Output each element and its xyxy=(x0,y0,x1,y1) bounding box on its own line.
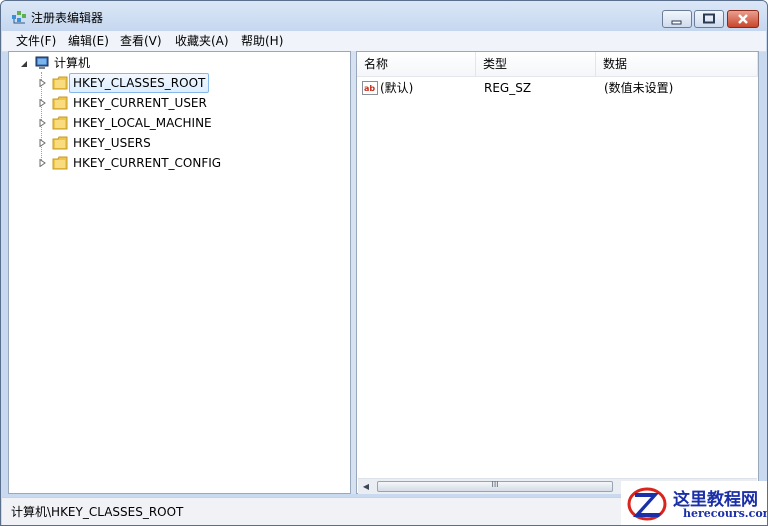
folder-icon xyxy=(52,156,68,170)
menu-view[interactable]: 查看(V) xyxy=(120,33,162,49)
tree-item-hklm[interactable]: HKEY_LOCAL_MACHINE xyxy=(9,114,339,132)
list-header: 名称 类型 数据 xyxy=(357,52,758,77)
scrollbar-grip: III xyxy=(491,480,499,489)
window-title: 注册表编辑器 xyxy=(31,11,104,25)
value-name-cell: (默认) xyxy=(380,81,414,95)
title-bar[interactable]: 注册表编辑器 xyxy=(1,1,767,31)
tree-item-hkcc[interactable]: HKEY_CURRENT_CONFIG xyxy=(9,154,339,172)
site-watermark: 这里教程网 herecours.com xyxy=(621,481,768,525)
value-type-cell: REG_SZ xyxy=(484,81,532,95)
regedit-app-icon xyxy=(12,11,26,24)
menu-favorites[interactable]: 收藏夹(A) xyxy=(175,33,229,49)
close-icon xyxy=(728,11,758,27)
collapsed-arrow-icon xyxy=(39,139,46,147)
status-path: 计算机\HKEY_CLASSES_ROOT xyxy=(11,505,184,519)
string-value-icon: ab xyxy=(362,81,378,95)
svg-text:ab: ab xyxy=(364,84,375,93)
maximize-icon xyxy=(695,11,723,27)
column-header-data[interactable]: 数据 xyxy=(596,52,758,76)
tree-item-computer[interactable]: 计算机 xyxy=(9,54,339,72)
column-header-name[interactable]: 名称 xyxy=(357,52,476,76)
scrollbar-thumb[interactable]: III xyxy=(377,480,613,492)
tree-item-hkcr[interactable]: HKEY_CLASSES_ROOT xyxy=(9,73,339,93)
minimize-icon xyxy=(663,11,691,27)
menu-edit[interactable]: 编辑(E) xyxy=(68,33,109,49)
tree-label-hkcc: HKEY_CURRENT_CONFIG xyxy=(73,156,222,170)
scroll-left-icon[interactable]: ◀ xyxy=(361,481,371,492)
tree-item-hkcu[interactable]: HKEY_CURRENT_USER xyxy=(9,94,339,112)
folder-icon xyxy=(52,76,68,90)
table-row[interactable]: ab (默认) REG_SZ (数值未设置) xyxy=(357,79,758,97)
collapsed-arrow-icon xyxy=(39,159,46,167)
folder-icon xyxy=(52,96,68,110)
collapsed-arrow-icon xyxy=(39,99,46,107)
menu-file[interactable]: 文件(F) xyxy=(16,33,56,49)
tree-label-hklm: HKEY_LOCAL_MACHINE xyxy=(73,116,212,130)
column-header-type[interactable]: 类型 xyxy=(476,52,596,76)
tree-label-hkcr: HKEY_CLASSES_ROOT xyxy=(69,73,210,93)
folder-icon xyxy=(52,136,68,150)
tree-item-hku[interactable]: HKEY_USERS xyxy=(9,134,339,152)
regedit-window: 注册表编辑器 文件(F) 编辑(E) 查看(V) 收藏夹(A) 帮助(H) 计算… xyxy=(0,0,768,526)
menu-help[interactable]: 帮助(H) xyxy=(241,33,283,49)
watermark-logo-icon xyxy=(627,487,667,521)
value-data-cell: (数值未设置) xyxy=(604,81,674,95)
key-tree-pane[interactable]: 计算机 HKEY_CLASSES_ROOT HKEY_CURRENT_USER … xyxy=(8,51,351,494)
minimize-button[interactable] xyxy=(662,10,692,28)
tree-label-hkcu: HKEY_CURRENT_USER xyxy=(73,96,207,110)
folder-icon xyxy=(52,116,68,130)
tree-label-computer: 计算机 xyxy=(54,56,91,70)
close-button[interactable] xyxy=(727,10,759,28)
maximize-button[interactable] xyxy=(694,10,724,28)
tree-label-hku: HKEY_USERS xyxy=(73,136,151,150)
collapsed-arrow-icon xyxy=(39,119,46,127)
watermark-url: herecours.com xyxy=(683,507,768,520)
values-list-pane[interactable]: 名称 类型 数据 ab (默认) REG_SZ (数值未设置) ◀ III xyxy=(356,51,759,494)
expanded-arrow-icon xyxy=(21,61,27,67)
computer-icon xyxy=(35,56,49,69)
menu-bar: 文件(F) 编辑(E) 查看(V) 收藏夹(A) 帮助(H) xyxy=(2,31,766,52)
collapsed-arrow-icon xyxy=(39,79,46,87)
